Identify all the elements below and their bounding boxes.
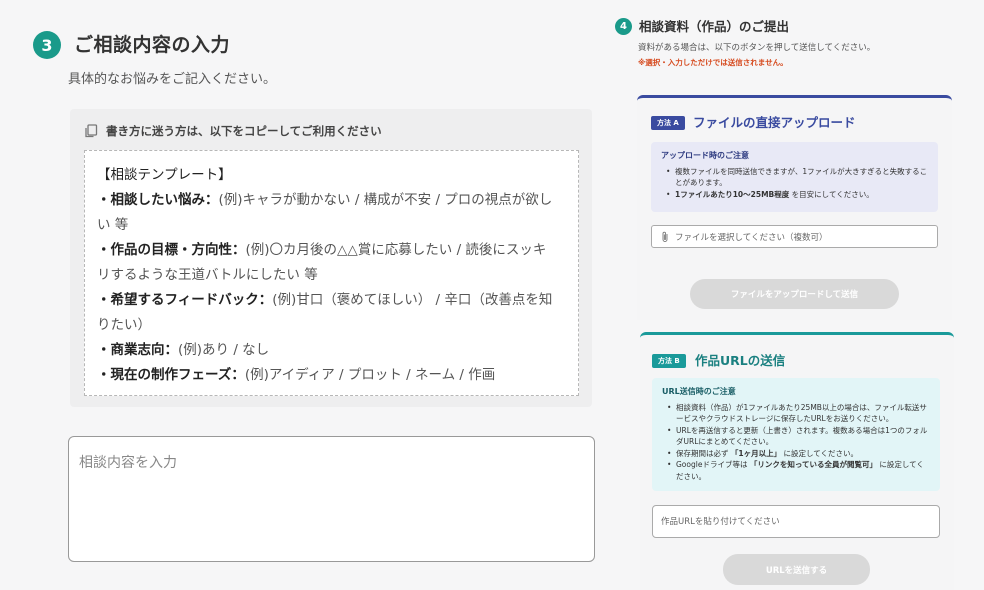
template-item: ・希望するフィードバック：(例)甘口（褒めてほしい） / 辛口（改善点を知: [97, 292, 553, 308]
method-a-title: ファイルの直接アップロード: [693, 115, 856, 130]
note-item: 1ファイルあたり10〜25MB程度 を目安にしてください。: [661, 189, 928, 201]
template-item: ・商業志向：(例)あり / なし: [97, 342, 270, 358]
step-4-title: 相談資料（作品）のご提出: [639, 19, 790, 34]
template-item: ・相談したい悩み：(例)キャラが動かない / 構成が不安 / プロの視点が欲し: [97, 192, 553, 208]
template-header-text: 書き方に迷う方は、以下をコピーしてご利用ください: [106, 124, 382, 138]
url-submit-button[interactable]: URLを送信する: [723, 554, 870, 585]
method-b-note: URL送信時のご注意 相談資料（作品）が1ファイルあたり25MB以上の場合は、フ…: [652, 378, 940, 491]
paperclip-icon: [662, 231, 668, 242]
step-3-description: 具体的なお悩みをご記入ください。: [68, 72, 277, 87]
consult-content-input[interactable]: [68, 436, 595, 562]
template-item-cont: い 等: [97, 217, 129, 233]
template-header: 書き方に迷う方は、以下をコピーしてご利用ください: [84, 123, 382, 139]
template-content: 【相談テンプレート】 ・相談したい悩み：(例)キャラが動かない / 構成が不安 …: [84, 150, 579, 396]
note-item: 保存期間は必ず 「1ヶ月以上」 に設定してください。: [662, 448, 930, 460]
method-b-card: 方法 B 作品URLの送信 URL送信時のご注意 相談資料（作品）が1ファイルあ…: [640, 332, 954, 590]
method-a-tag: 方法 A: [651, 116, 685, 130]
method-a-note: アップロード時のご注意 複数ファイルを同時送信できますが、1ファイルが大きすぎる…: [651, 142, 938, 212]
method-a-card: 方法 A ファイルの直接アップロード アップロード時のご注意 複数ファイルを同時…: [637, 95, 952, 320]
method-a-note-title: アップロード時のご注意: [661, 151, 749, 160]
template-item: ・作品の目標・方向性：(例)〇カ月後の△△賞に応募したい / 読後にスッキ: [97, 242, 547, 258]
step-3-title: ご相談内容の入力: [74, 34, 231, 56]
step-3-badge: 3: [33, 31, 61, 59]
file-select-placeholder: ファイルを選択してください（複数可）: [675, 232, 828, 243]
method-b-note-title: URL送信時のご注意: [662, 387, 736, 396]
note-item: 相談資料（作品）が1ファイルあたり25MB以上の場合は、ファイル転送サービスやク…: [662, 402, 930, 425]
template-box: 書き方に迷う方は、以下をコピーしてご利用ください 【相談テンプレート】 ・相談し…: [70, 109, 592, 407]
file-select-input[interactable]: ファイルを選択してください（複数可）: [651, 225, 938, 248]
method-b-title: 作品URLの送信: [695, 353, 786, 368]
method-b-tag: 方法 B: [652, 354, 686, 368]
template-item-cont: りたい）: [97, 317, 151, 333]
upload-submit-button[interactable]: ファイルをアップロードして送信: [690, 279, 899, 309]
step-4-description: 資料がある場合は、以下のボタンを押して送信してください。: [638, 43, 876, 53]
template-item-cont: リするような王道バトルにしたい 等: [97, 267, 318, 283]
step-4-badge: 4: [615, 18, 632, 35]
copy-icon[interactable]: [84, 124, 98, 138]
template-item: ・現在の制作フェーズ：(例)アイディア / プロット / ネーム / 作画: [97, 367, 496, 383]
note-item: URLを再送信すると更新（上書き）されます。複数ある場合は1つのフォルダURLに…: [662, 425, 930, 448]
note-item: 複数ファイルを同時送信できますが、1ファイルが大きすぎると失敗することがあります…: [661, 166, 928, 189]
step-4-warning: ※選択・入力しただけでは送信されません。: [638, 58, 788, 67]
work-url-input[interactable]: [652, 505, 940, 538]
note-item: Googleドライブ等は 「リンクを知っている全員が閲覧可」 に設定してください…: [662, 459, 930, 482]
template-heading: 【相談テンプレート】: [97, 167, 232, 183]
